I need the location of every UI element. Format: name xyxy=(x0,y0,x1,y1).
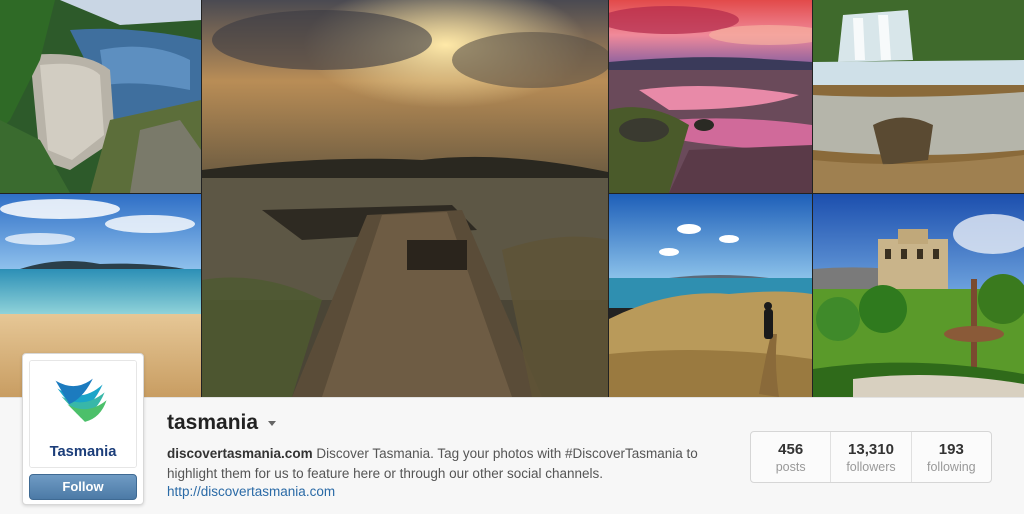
stat-label: following xyxy=(927,460,976,474)
stat-posts[interactable]: 456 posts xyxy=(751,432,830,482)
avatar-card: Tasmania Follow xyxy=(22,353,144,505)
stat-label: posts xyxy=(775,460,806,474)
stat-value: 193 xyxy=(938,441,964,458)
profile-bio: discovertasmania.com Discover Tasmania. … xyxy=(167,444,727,484)
photo-waterfall[interactable] xyxy=(813,0,1024,193)
stat-following[interactable]: 193 following xyxy=(910,432,991,482)
profile-username: tasmania xyxy=(167,411,259,434)
stats-box: 456 posts 13,310 followers 193 following xyxy=(750,431,992,483)
logo-text: Tasmania xyxy=(50,444,118,460)
stat-followers[interactable]: 13,310 followers xyxy=(830,432,910,482)
avatar[interactable]: Tasmania xyxy=(29,360,137,468)
bio-site: discovertasmania.com xyxy=(167,446,313,461)
follow-button[interactable]: Follow xyxy=(29,474,137,500)
photo-manor[interactable] xyxy=(813,194,1024,397)
stat-value: 13,310 xyxy=(848,441,894,458)
photo-rockpools[interactable] xyxy=(609,0,812,193)
stat-label: followers xyxy=(846,460,896,474)
profile-link[interactable]: http://discovertasmania.com xyxy=(167,484,335,499)
photo-mosaic xyxy=(0,0,1024,397)
caret-down-icon[interactable] xyxy=(268,421,276,426)
profile-page: Tasmania Follow tasmania discovertasmani… xyxy=(0,0,1024,514)
photo-hiker[interactable] xyxy=(609,194,812,397)
photo-jetty[interactable] xyxy=(202,0,608,397)
photo-dam[interactable] xyxy=(0,0,201,193)
stat-value: 456 xyxy=(778,441,804,458)
